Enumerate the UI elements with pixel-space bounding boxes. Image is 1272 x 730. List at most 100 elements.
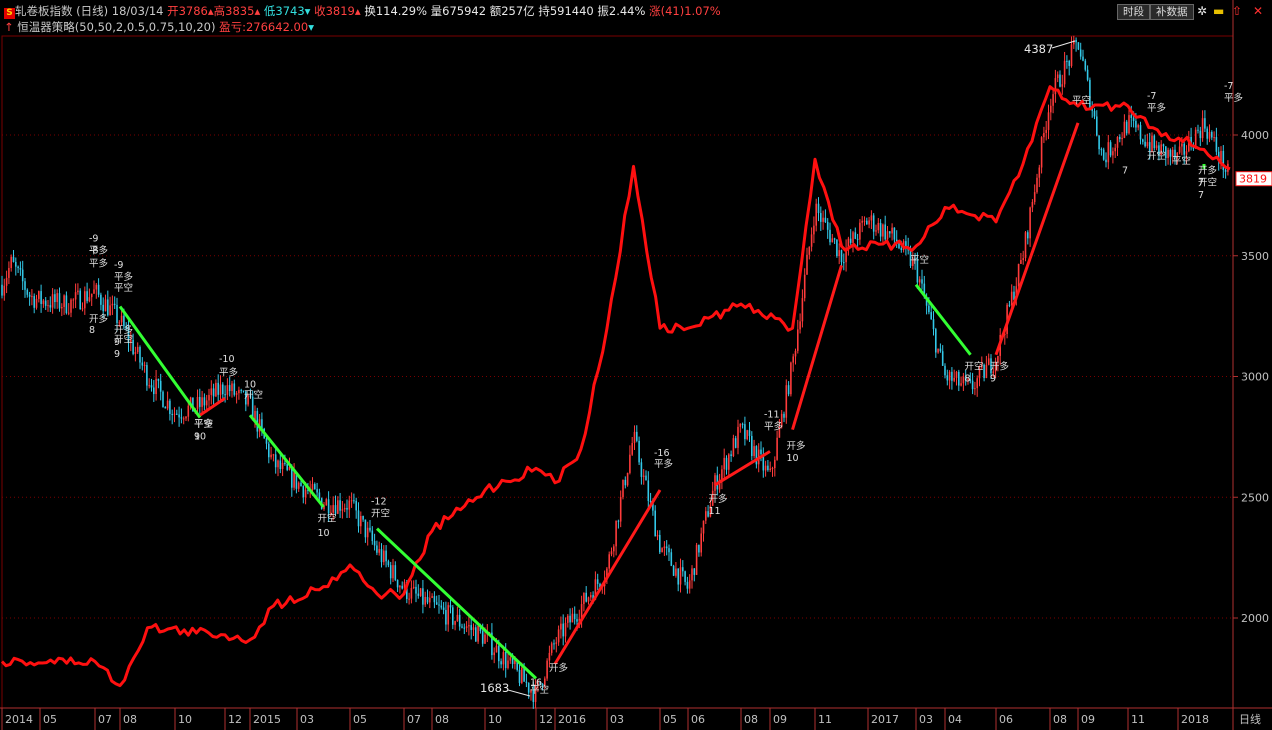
period-button[interactable]: 时段 bbox=[1117, 4, 1150, 20]
candle-body bbox=[28, 294, 31, 297]
candle-body bbox=[449, 605, 452, 608]
signal-label: 平多 bbox=[654, 458, 673, 470]
candle-body bbox=[1183, 143, 1185, 155]
signal-label: 9 bbox=[114, 349, 120, 360]
candle-body bbox=[176, 413, 178, 415]
candle-body bbox=[983, 364, 985, 378]
candle-body bbox=[463, 627, 466, 629]
candle-body bbox=[302, 486, 305, 498]
candle-body bbox=[215, 382, 217, 397]
candle-body bbox=[744, 424, 746, 440]
candle-body bbox=[442, 607, 445, 610]
price-tick-label: 3500 bbox=[1241, 250, 1269, 263]
candle-body bbox=[656, 534, 659, 537]
candle-body bbox=[836, 239, 838, 257]
candle-body bbox=[875, 230, 877, 232]
candle-body bbox=[723, 457, 725, 470]
candle-body bbox=[346, 507, 348, 510]
up-arrow-icon[interactable]: ⇧ bbox=[1232, 5, 1242, 17]
candle-body bbox=[422, 588, 424, 605]
candle-body bbox=[560, 623, 562, 630]
signal-label: 16 bbox=[530, 678, 542, 689]
candle-body bbox=[629, 454, 631, 473]
price-tick-label: 3000 bbox=[1241, 371, 1269, 384]
candle-body bbox=[401, 585, 403, 589]
candle-body bbox=[150, 385, 153, 388]
candle-body bbox=[67, 312, 70, 314]
signal-label: 平空 bbox=[1072, 95, 1091, 107]
candle-body bbox=[5, 277, 8, 286]
candle-body bbox=[893, 227, 896, 240]
candle-body bbox=[1153, 135, 1156, 149]
candle-body bbox=[385, 550, 387, 562]
strategy-name[interactable]: 恒温器策略 bbox=[17, 20, 75, 34]
candle-body bbox=[495, 645, 498, 653]
candle-body bbox=[884, 224, 886, 240]
candle-body bbox=[815, 203, 817, 226]
candle-body bbox=[412, 586, 415, 588]
candle-body bbox=[721, 469, 723, 480]
candle-body bbox=[297, 482, 300, 489]
candle-body bbox=[790, 362, 792, 395]
candle-body bbox=[748, 430, 751, 436]
candle-body bbox=[741, 423, 744, 425]
candle-body bbox=[1063, 60, 1066, 85]
signal-label: 平多 bbox=[1224, 92, 1243, 104]
candle-body bbox=[113, 303, 116, 305]
strategy-params: (50,50,2,0.5,0.75,10,20) bbox=[74, 20, 216, 34]
signal-label: 7 bbox=[1122, 166, 1128, 177]
candle-body bbox=[824, 217, 827, 223]
candle-body bbox=[852, 232, 854, 243]
candle-body bbox=[576, 619, 578, 622]
candle-body bbox=[939, 348, 942, 352]
candle-body bbox=[268, 443, 270, 458]
signal-label: 10 bbox=[194, 431, 206, 442]
change-value: (41)1.07% bbox=[660, 4, 721, 18]
candle-body bbox=[569, 615, 571, 623]
candle-body bbox=[270, 454, 272, 458]
candle-body bbox=[1043, 132, 1045, 138]
candle-body bbox=[1017, 263, 1020, 287]
supplement-data-button[interactable]: 补数据 bbox=[1150, 4, 1194, 20]
candle-body bbox=[645, 475, 647, 481]
candle-body bbox=[327, 499, 330, 514]
candle-body bbox=[1197, 129, 1199, 131]
signal-label: 10 bbox=[787, 453, 799, 464]
candle-body bbox=[840, 250, 843, 263]
candle-body bbox=[178, 414, 180, 418]
close-icon[interactable]: ✕ bbox=[1253, 5, 1263, 17]
time-tick-label: 09 bbox=[773, 713, 787, 726]
candle-body bbox=[316, 489, 318, 493]
candle-body bbox=[918, 279, 921, 283]
candle-body bbox=[693, 568, 696, 575]
lock-icon[interactable]: ▬ bbox=[1213, 5, 1224, 17]
candle-body bbox=[465, 626, 468, 628]
candle-body bbox=[764, 465, 767, 471]
candle-body bbox=[1054, 78, 1057, 95]
candle-body bbox=[392, 565, 394, 579]
candle-body bbox=[898, 243, 900, 249]
candle-body bbox=[1010, 291, 1013, 306]
candle-body bbox=[208, 394, 210, 401]
candle-body bbox=[753, 446, 755, 457]
candle-body bbox=[838, 250, 840, 257]
candle-body bbox=[861, 220, 863, 223]
candle-body bbox=[810, 234, 813, 247]
candle-body bbox=[686, 581, 689, 589]
candle-body bbox=[201, 397, 203, 407]
signal-label: -16 bbox=[654, 448, 670, 459]
candle-body bbox=[617, 520, 620, 522]
signal-label: 平多 bbox=[219, 366, 238, 378]
settings-icon[interactable]: ✲ bbox=[1197, 5, 1207, 17]
candle-body bbox=[820, 213, 822, 222]
candle-body bbox=[955, 371, 958, 378]
candle-body bbox=[553, 643, 555, 645]
candle-body bbox=[769, 468, 771, 471]
candle-body bbox=[941, 351, 944, 366]
candle-body bbox=[774, 459, 776, 469]
price-chart[interactable]: 4000 3500 3000 2500 2000 2014 05 07 08 10 12 2015 03… bbox=[0, 0, 1272, 730]
period-label: (日线) bbox=[76, 4, 109, 18]
down-arrow-icon: ▾ bbox=[308, 20, 314, 34]
candle-body bbox=[976, 378, 978, 389]
price-tick-label: 2000 bbox=[1241, 612, 1269, 625]
